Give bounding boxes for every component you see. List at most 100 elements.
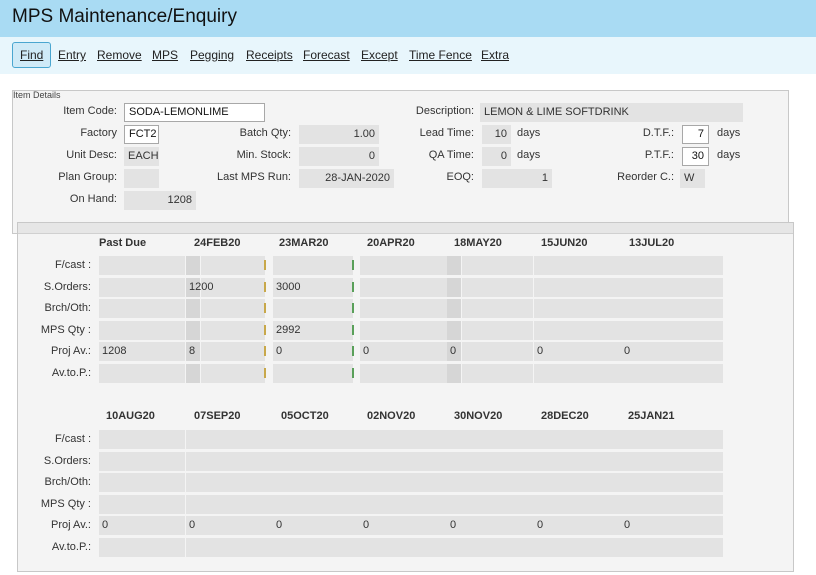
title-bar: MPS Maintenance/Enquiry [0, 0, 816, 37]
grid-cell[interactable] [447, 364, 461, 383]
grid-cell[interactable] [462, 299, 533, 319]
grid-cell[interactable] [534, 430, 621, 449]
grid-cell[interactable] [621, 451, 723, 471]
grid-cell[interactable] [534, 277, 621, 297]
grid-cell[interactable] [360, 256, 447, 275]
grid-cell[interactable] [273, 451, 360, 471]
grid-cell[interactable] [621, 494, 723, 514]
grid-cell[interactable] [273, 473, 360, 493]
menu-mps[interactable]: MPS [152, 48, 178, 62]
grid-cell[interactable] [186, 538, 273, 557]
grid-cell[interactable] [99, 451, 185, 471]
grid-cell[interactable] [534, 256, 621, 275]
period-header: 15JUN20 [541, 237, 588, 249]
grid-cell[interactable] [273, 364, 353, 383]
grid-cell[interactable] [621, 320, 723, 340]
menu-entry[interactable]: Entry [58, 48, 86, 62]
grid-cell[interactable] [186, 364, 200, 383]
grid-value: 3000 [276, 280, 301, 293]
grid-cell[interactable] [99, 494, 185, 514]
grid-cell[interactable] [186, 494, 273, 514]
grid-cell[interactable] [360, 277, 447, 297]
grid-cell[interactable] [534, 538, 621, 557]
grid-cell[interactable] [186, 473, 273, 493]
grid-cell[interactable] [360, 538, 447, 557]
menu-time-fence[interactable]: Time Fence [409, 48, 472, 62]
grid-cell[interactable] [621, 277, 723, 297]
grid-cell[interactable] [186, 320, 200, 340]
grid-cell[interactable] [534, 320, 621, 340]
grid-cell[interactable] [273, 256, 353, 275]
menu-receipts[interactable]: Receipts [246, 48, 293, 62]
grid-cell[interactable] [447, 494, 534, 514]
row-label: Brch/Oth: [44, 476, 91, 489]
last-mps-run-label: Last MPS Run: [217, 171, 291, 183]
grid-cell[interactable] [201, 299, 265, 319]
grid-cell[interactable] [534, 473, 621, 493]
grid-cell[interactable] [360, 494, 447, 514]
menu-extra[interactable]: Extra [481, 48, 509, 62]
grid-cell[interactable] [99, 320, 185, 340]
grid-cell[interactable] [201, 320, 265, 340]
grid-cell[interactable] [99, 473, 185, 493]
menu-find[interactable]: Find [12, 42, 52, 68]
grid-cell[interactable] [621, 538, 723, 557]
grid-cell[interactable] [447, 320, 461, 340]
grid-cell[interactable] [99, 430, 185, 449]
grid-cell[interactable] [99, 277, 185, 297]
menu-remove[interactable]: Remove [97, 48, 142, 62]
factory-field[interactable]: FCT2 [124, 125, 159, 144]
grid-value: 0 [189, 519, 196, 532]
on-hand-value: 1208 [124, 191, 196, 210]
grid-cell[interactable] [447, 473, 534, 493]
grid-cell[interactable] [462, 277, 533, 297]
lead-time-value: 10 [482, 125, 511, 144]
grid-cell[interactable] [201, 364, 265, 383]
grid-cell[interactable] [447, 538, 534, 557]
menu-pegging[interactable]: Pegging [190, 48, 234, 62]
grid-cell[interactable] [360, 364, 447, 383]
grid-cell[interactable] [360, 430, 447, 449]
grid-cell[interactable] [273, 494, 360, 514]
dtf-field[interactable]: 7 [682, 125, 709, 144]
grid-cell[interactable] [273, 299, 353, 319]
grid-cell[interactable] [99, 364, 185, 383]
menu-forecast[interactable]: Forecast [303, 48, 350, 62]
grid-cell[interactable] [360, 320, 447, 340]
grid-cell[interactable] [186, 256, 200, 275]
grid-cell[interactable] [534, 451, 621, 471]
grid-cell[interactable] [360, 451, 447, 471]
item-code-field[interactable]: SODA-LEMONLIME [124, 103, 265, 122]
grid-cell[interactable] [447, 430, 534, 449]
grid-cell[interactable] [462, 364, 533, 383]
tick-mark [352, 281, 354, 292]
grid-cell[interactable] [621, 256, 723, 275]
grid-cell[interactable] [186, 451, 273, 471]
menu-except[interactable]: Except [361, 48, 398, 62]
grid-cell[interactable] [99, 256, 185, 275]
grid-cell[interactable] [99, 538, 185, 557]
grid-cell[interactable] [186, 430, 273, 449]
grid-cell[interactable] [447, 451, 534, 471]
grid-cell[interactable] [462, 256, 533, 275]
grid-cell[interactable] [201, 256, 265, 275]
grid-cell[interactable] [273, 430, 360, 449]
grid-cell[interactable] [621, 473, 723, 493]
grid-cell[interactable] [621, 430, 723, 449]
grid-cell[interactable] [273, 538, 360, 557]
grid-value: 0 [537, 345, 544, 358]
grid-cell[interactable] [534, 299, 621, 319]
grid-cell[interactable] [186, 299, 200, 319]
grid-cell[interactable] [447, 277, 461, 297]
grid-cell[interactable] [534, 494, 621, 514]
grid-cell[interactable] [360, 473, 447, 493]
ptf-field[interactable]: 30 [682, 147, 709, 166]
grid-cell[interactable] [621, 299, 723, 319]
grid-cell[interactable] [534, 364, 621, 383]
grid-cell[interactable] [447, 299, 461, 319]
grid-cell[interactable] [462, 320, 533, 340]
grid-cell[interactable] [360, 299, 447, 319]
grid-cell[interactable] [621, 364, 723, 383]
grid-cell[interactable] [99, 299, 185, 319]
grid-cell[interactable] [447, 256, 461, 275]
